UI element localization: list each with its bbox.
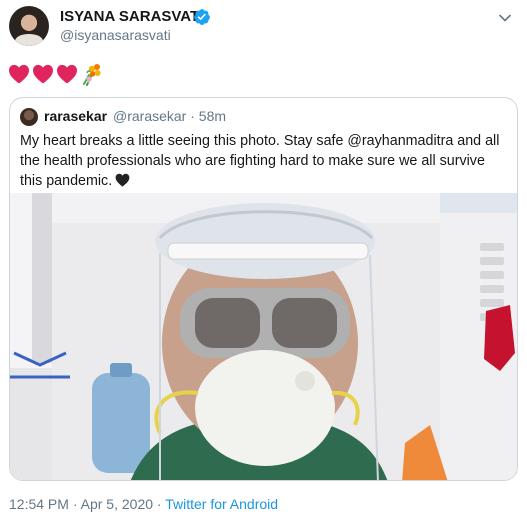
quoted-author-name: rarasekar xyxy=(44,108,108,124)
verified-badge-icon xyxy=(194,9,210,25)
red-heart-icon xyxy=(33,64,53,84)
red-heart-icon xyxy=(57,64,77,84)
tweet-timestamp: 12:54 PM · Apr 5, 2020 · Twitter for And… xyxy=(9,496,278,512)
quoted-text: My heart breaks a little seeing this pho… xyxy=(20,131,510,191)
quoted-text-body: My heart breaks a little seeing this pho… xyxy=(20,133,500,189)
avatar[interactable] xyxy=(9,6,49,46)
quoted-age: 58m xyxy=(198,108,227,124)
tweet-body xyxy=(8,60,104,88)
tweet-source-link[interactable]: Twitter for Android xyxy=(165,496,278,512)
author-name[interactable]: ISYANA SARASVATI xyxy=(60,8,203,25)
quoted-author-meta: @rarasekar · 58m xyxy=(113,108,226,124)
quoted-author-handle: @rarasekar xyxy=(113,108,187,124)
photo-illustration xyxy=(10,193,517,480)
timestamp-separator: · xyxy=(156,496,162,512)
red-heart-icon xyxy=(9,64,29,84)
tweet: ISYANA SARASVATI @isyanasarasvati rarase… xyxy=(0,0,527,524)
timestamp-separator: · xyxy=(72,496,78,512)
tweet-date[interactable]: Apr 5, 2020 xyxy=(81,496,153,512)
chevron-down-icon[interactable] xyxy=(497,10,513,26)
tweet-time[interactable]: 12:54 PM xyxy=(9,496,69,512)
quoted-photo[interactable] xyxy=(10,193,517,480)
quoted-tweet[interactable]: rarasekar @rarasekar · 58m My heart brea… xyxy=(9,97,518,481)
bouquet-icon xyxy=(83,64,101,86)
quoted-avatar[interactable] xyxy=(20,108,38,126)
black-heart-icon xyxy=(115,173,130,187)
meta-separator: · xyxy=(190,108,195,124)
author-handle[interactable]: @isyanasarasvati xyxy=(60,27,171,43)
